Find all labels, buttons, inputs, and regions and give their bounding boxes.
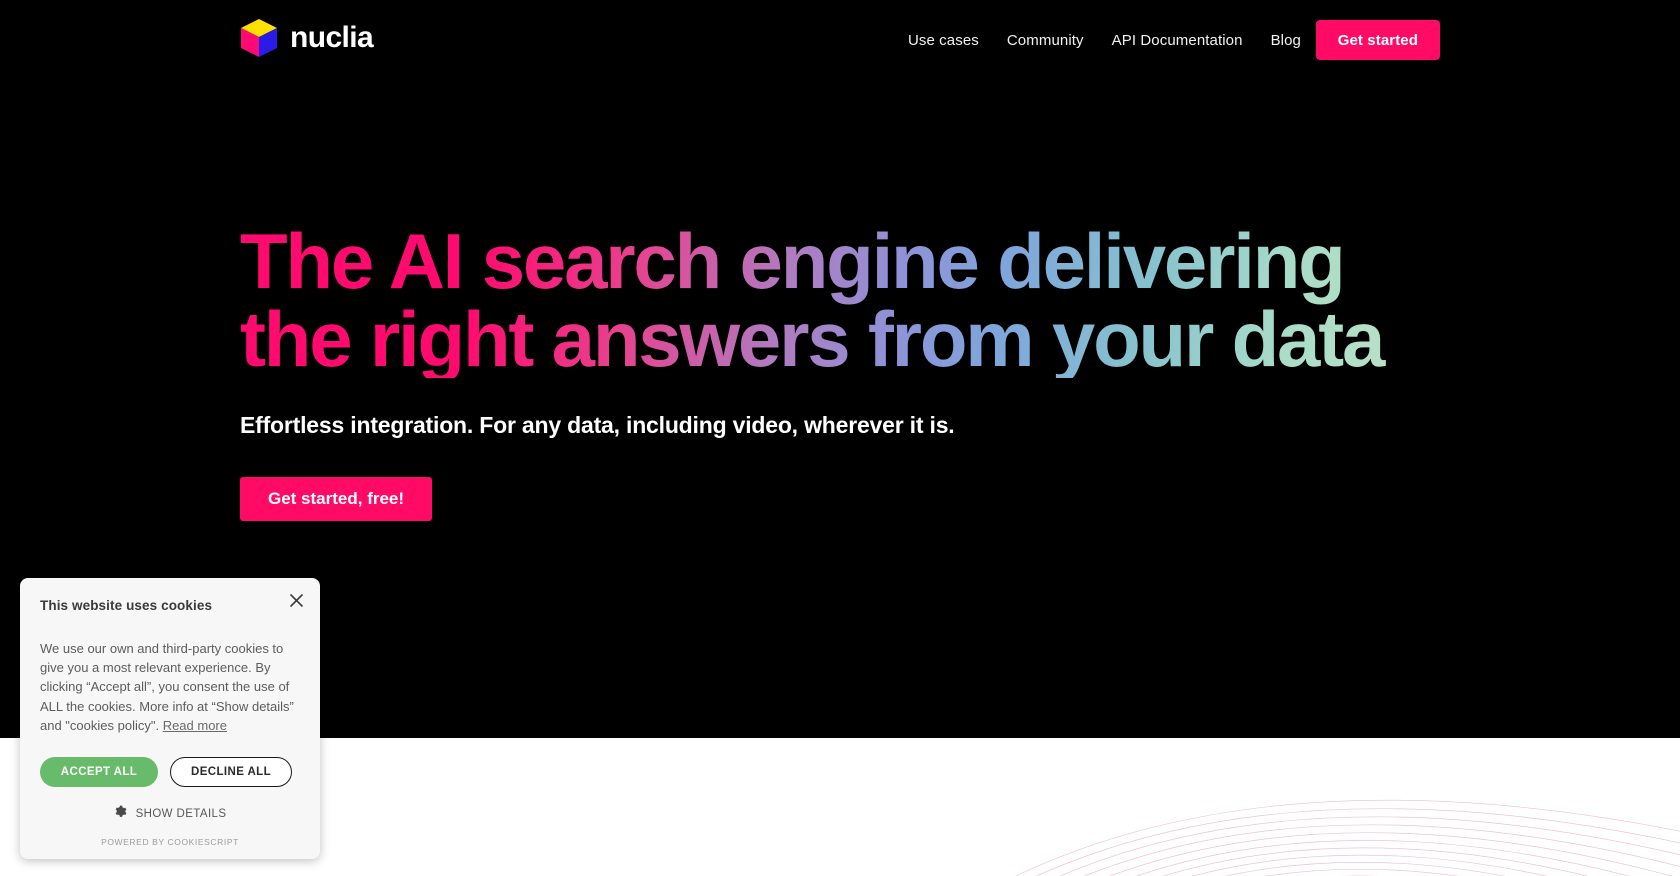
hero-get-started-button[interactable]: Get started, free! — [240, 477, 433, 521]
page-title: The AI search engine delivering the righ… — [240, 222, 1420, 378]
show-details-label: SHOW DETAILS — [135, 808, 227, 821]
page-root: nuclia Use cases Community API Documenta… — [0, 0, 1680, 876]
cookie-consent-dialog: This website uses cookies We use our own… — [20, 578, 320, 860]
main-nav: Use cases Community API Documentation Bl… — [894, 0, 1315, 80]
close-icon[interactable] — [286, 590, 306, 610]
site-header: nuclia Use cases Community API Documenta… — [0, 0, 1680, 80]
cookie-button-group: ACCEPT ALL DECLINE ALL — [40, 757, 300, 788]
nav-item-community[interactable]: Community — [993, 32, 1098, 49]
hero-content: The AI search engine delivering the righ… — [240, 222, 1490, 521]
logo[interactable]: nuclia — [240, 18, 374, 58]
nav-item-use-cases[interactable]: Use cases — [894, 32, 993, 49]
cookie-read-more-link[interactable]: Read more — [163, 718, 227, 733]
accept-all-button[interactable]: ACCEPT ALL — [40, 757, 158, 788]
powered-by-label: POWERED BY COOKIESCRIPT — [101, 837, 239, 848]
cube-logo-icon — [240, 18, 278, 58]
gear-icon — [114, 805, 127, 823]
nav-item-blog[interactable]: Blog — [1257, 32, 1315, 49]
hero-subtitle: Effortless integration. For any data, in… — [240, 412, 955, 438]
header-get-started-button[interactable]: Get started — [1315, 20, 1440, 60]
show-details-button[interactable]: SHOW DETAILS — [40, 805, 300, 823]
cookie-dialog-title: This website uses cookies — [40, 598, 213, 613]
cookie-dialog-body: We use our own and third-party cookies t… — [40, 639, 300, 735]
logo-text: nuclia — [290, 21, 374, 54]
decline-all-button[interactable]: DECLINE ALL — [170, 757, 292, 788]
nav-item-api-documentation[interactable]: API Documentation — [1098, 32, 1257, 49]
wave-lines-decoration — [1015, 799, 1680, 876]
